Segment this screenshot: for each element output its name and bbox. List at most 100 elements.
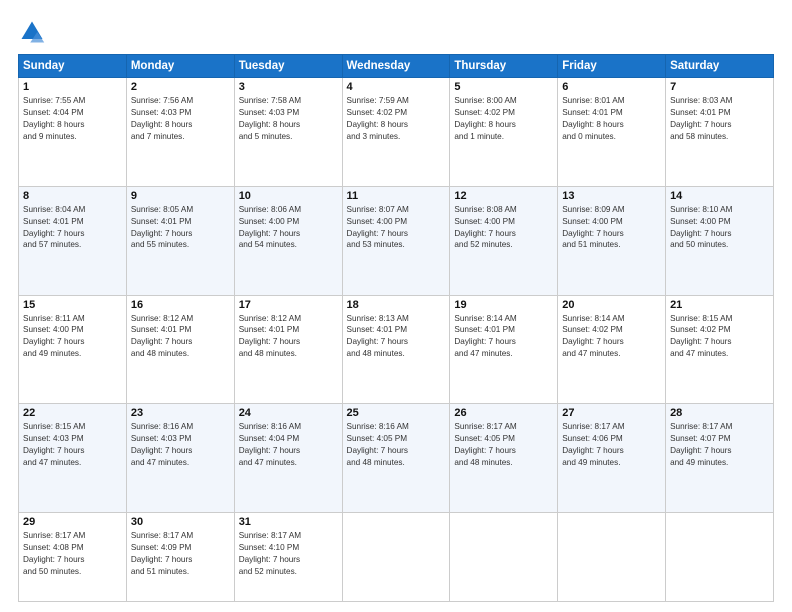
calendar-cell: 16Sunrise: 8:12 AMSunset: 4:01 PMDayligh… xyxy=(126,295,234,404)
cell-info: Sunrise: 7:58 AMSunset: 4:03 PMDaylight:… xyxy=(239,95,338,143)
day-number: 23 xyxy=(131,407,230,419)
weekday-header: Thursday xyxy=(450,55,558,78)
cell-info: Sunrise: 8:17 AMSunset: 4:05 PMDaylight:… xyxy=(454,421,553,469)
cell-info: Sunrise: 8:17 AMSunset: 4:08 PMDaylight:… xyxy=(23,530,122,578)
day-number: 26 xyxy=(454,407,553,419)
calendar-cell: 28 Sunrise: 8:17 AMSunset: 4:07 PMDayligh… xyxy=(666,404,774,513)
calendar-cell: 20 Sunrise: 8:14 AMSunset: 4:02 PMDayligh… xyxy=(558,295,666,404)
calendar-cell xyxy=(558,513,666,602)
cell-info: Sunrise: 8:16 AMSunset: 4:05 PMDaylight:… xyxy=(347,421,446,469)
calendar-week-row: 15Sunrise: 8:11 AMSunset: 4:00 PMDayligh… xyxy=(19,295,774,404)
cell-info: Sunrise: 7:56 AMSunset: 4:03 PMDaylight:… xyxy=(131,95,230,143)
cell-info: Sunrise: 8:03 AMSunset: 4:01 PMDaylight:… xyxy=(670,95,769,143)
calendar-cell: 23 Sunrise: 8:16 AMSunset: 4:03 PMDayligh… xyxy=(126,404,234,513)
calendar-cell: 3 Sunrise: 7:58 AMSunset: 4:03 PMDaylight… xyxy=(234,78,342,187)
weekday-header: Saturday xyxy=(666,55,774,78)
day-number: 24 xyxy=(239,407,338,419)
calendar-cell: 1 Sunrise: 7:55 AMSunset: 4:04 PMDaylight… xyxy=(19,78,127,187)
weekday-header: Friday xyxy=(558,55,666,78)
calendar-cell: 30 Sunrise: 8:17 AMSunset: 4:09 PMDayligh… xyxy=(126,513,234,602)
calendar-cell: 14 Sunrise: 8:10 AMSunset: 4:00 PMDayligh… xyxy=(666,186,774,295)
day-number: 21 xyxy=(670,299,769,311)
day-number: 28 xyxy=(670,407,769,419)
day-number: 15 xyxy=(23,299,122,311)
calendar-week-row: 22 Sunrise: 8:15 AMSunset: 4:03 PMDayligh… xyxy=(19,404,774,513)
cell-info: Sunrise: 7:55 AMSunset: 4:04 PMDaylight:… xyxy=(23,95,122,143)
weekday-header: Tuesday xyxy=(234,55,342,78)
cell-info: Sunrise: 8:17 AMSunset: 4:10 PMDaylight:… xyxy=(239,530,338,578)
calendar-cell: 13 Sunrise: 8:09 AMSunset: 4:00 PMDayligh… xyxy=(558,186,666,295)
day-number: 20 xyxy=(562,299,661,311)
day-number: 13 xyxy=(562,190,661,202)
calendar-cell: 4Sunrise: 7:59 AMSunset: 4:02 PMDaylight… xyxy=(342,78,450,187)
day-number: 12 xyxy=(454,190,553,202)
calendar-cell: 8 Sunrise: 8:04 AMSunset: 4:01 PMDaylight… xyxy=(19,186,127,295)
calendar-cell: 22 Sunrise: 8:15 AMSunset: 4:03 PMDayligh… xyxy=(19,404,127,513)
calendar-cell: 6 Sunrise: 8:01 AMSunset: 4:01 PMDaylight… xyxy=(558,78,666,187)
calendar-cell: 26 Sunrise: 8:17 AMSunset: 4:05 PMDayligh… xyxy=(450,404,558,513)
weekday-header: Monday xyxy=(126,55,234,78)
calendar-cell: 29 Sunrise: 8:17 AMSunset: 4:08 PMDayligh… xyxy=(19,513,127,602)
cell-info: Sunrise: 8:00 AMSunset: 4:02 PMDaylight:… xyxy=(454,95,553,143)
day-number: 17 xyxy=(239,299,338,311)
day-number: 6 xyxy=(562,81,661,93)
cell-info: Sunrise: 8:17 AMSunset: 4:09 PMDaylight:… xyxy=(131,530,230,578)
calendar-cell: 31 Sunrise: 8:17 AMSunset: 4:10 PMDayligh… xyxy=(234,513,342,602)
day-number: 16 xyxy=(131,299,230,311)
cell-info: Sunrise: 8:14 AMSunset: 4:01 PMDaylight:… xyxy=(454,313,553,361)
calendar-cell: 12Sunrise: 8:08 AMSunset: 4:00 PMDayligh… xyxy=(450,186,558,295)
calendar-cell: 9 Sunrise: 8:05 AMSunset: 4:01 PMDaylight… xyxy=(126,186,234,295)
header-row: SundayMondayTuesdayWednesdayThursdayFrid… xyxy=(19,55,774,78)
weekday-header: Sunday xyxy=(19,55,127,78)
weekday-header: Wednesday xyxy=(342,55,450,78)
logo-icon xyxy=(18,18,46,46)
cell-info: Sunrise: 8:04 AMSunset: 4:01 PMDaylight:… xyxy=(23,204,122,252)
calendar-cell xyxy=(666,513,774,602)
day-number: 30 xyxy=(131,516,230,528)
cell-info: Sunrise: 8:07 AMSunset: 4:00 PMDaylight:… xyxy=(347,204,446,252)
cell-info: Sunrise: 8:06 AMSunset: 4:00 PMDaylight:… xyxy=(239,204,338,252)
calendar-cell: 21 Sunrise: 8:15 AMSunset: 4:02 PMDayligh… xyxy=(666,295,774,404)
page: SundayMondayTuesdayWednesdayThursdayFrid… xyxy=(0,0,792,612)
day-number: 29 xyxy=(23,516,122,528)
day-number: 25 xyxy=(347,407,446,419)
day-number: 14 xyxy=(670,190,769,202)
cell-info: Sunrise: 8:17 AMSunset: 4:06 PMDaylight:… xyxy=(562,421,661,469)
cell-info: Sunrise: 8:05 AMSunset: 4:01 PMDaylight:… xyxy=(131,204,230,252)
calendar-cell: 2 Sunrise: 7:56 AMSunset: 4:03 PMDaylight… xyxy=(126,78,234,187)
day-number: 22 xyxy=(23,407,122,419)
calendar-cell: 17 Sunrise: 8:12 AMSunset: 4:01 PMDayligh… xyxy=(234,295,342,404)
calendar-cell xyxy=(450,513,558,602)
calendar-cell: 5 Sunrise: 8:00 AMSunset: 4:02 PMDaylight… xyxy=(450,78,558,187)
day-number: 9 xyxy=(131,190,230,202)
cell-info: Sunrise: 8:09 AMSunset: 4:00 PMDaylight:… xyxy=(562,204,661,252)
day-number: 5 xyxy=(454,81,553,93)
cell-info: Sunrise: 8:17 AMSunset: 4:07 PMDaylight:… xyxy=(670,421,769,469)
cell-info: Sunrise: 8:14 AMSunset: 4:02 PMDaylight:… xyxy=(562,313,661,361)
day-number: 19 xyxy=(454,299,553,311)
day-number: 8 xyxy=(23,190,122,202)
day-number: 1 xyxy=(23,81,122,93)
header xyxy=(18,18,774,46)
day-number: 27 xyxy=(562,407,661,419)
calendar-cell: 27 Sunrise: 8:17 AMSunset: 4:06 PMDayligh… xyxy=(558,404,666,513)
day-number: 18 xyxy=(347,299,446,311)
calendar-cell: 24Sunrise: 8:16 AMSunset: 4:04 PMDayligh… xyxy=(234,404,342,513)
day-number: 3 xyxy=(239,81,338,93)
day-number: 11 xyxy=(347,190,446,202)
cell-info: Sunrise: 8:01 AMSunset: 4:01 PMDaylight:… xyxy=(562,95,661,143)
calendar-cell: 11 Sunrise: 8:07 AMSunset: 4:00 PMDayligh… xyxy=(342,186,450,295)
calendar-cell: 15Sunrise: 8:11 AMSunset: 4:00 PMDayligh… xyxy=(19,295,127,404)
cell-info: Sunrise: 8:15 AMSunset: 4:03 PMDaylight:… xyxy=(23,421,122,469)
day-number: 2 xyxy=(131,81,230,93)
day-number: 31 xyxy=(239,516,338,528)
calendar-cell: 25 Sunrise: 8:16 AMSunset: 4:05 PMDayligh… xyxy=(342,404,450,513)
calendar-week-row: 29 Sunrise: 8:17 AMSunset: 4:08 PMDayligh… xyxy=(19,513,774,602)
cell-info: Sunrise: 8:12 AMSunset: 4:01 PMDaylight:… xyxy=(239,313,338,361)
cell-info: Sunrise: 8:16 AMSunset: 4:03 PMDaylight:… xyxy=(131,421,230,469)
calendar-cell: 18 Sunrise: 8:13 AMSunset: 4:01 PMDayligh… xyxy=(342,295,450,404)
calendar-cell: 19 Sunrise: 8:14 AMSunset: 4:01 PMDayligh… xyxy=(450,295,558,404)
cell-info: Sunrise: 8:13 AMSunset: 4:01 PMDaylight:… xyxy=(347,313,446,361)
cell-info: Sunrise: 8:10 AMSunset: 4:00 PMDaylight:… xyxy=(670,204,769,252)
cell-info: Sunrise: 8:15 AMSunset: 4:02 PMDaylight:… xyxy=(670,313,769,361)
